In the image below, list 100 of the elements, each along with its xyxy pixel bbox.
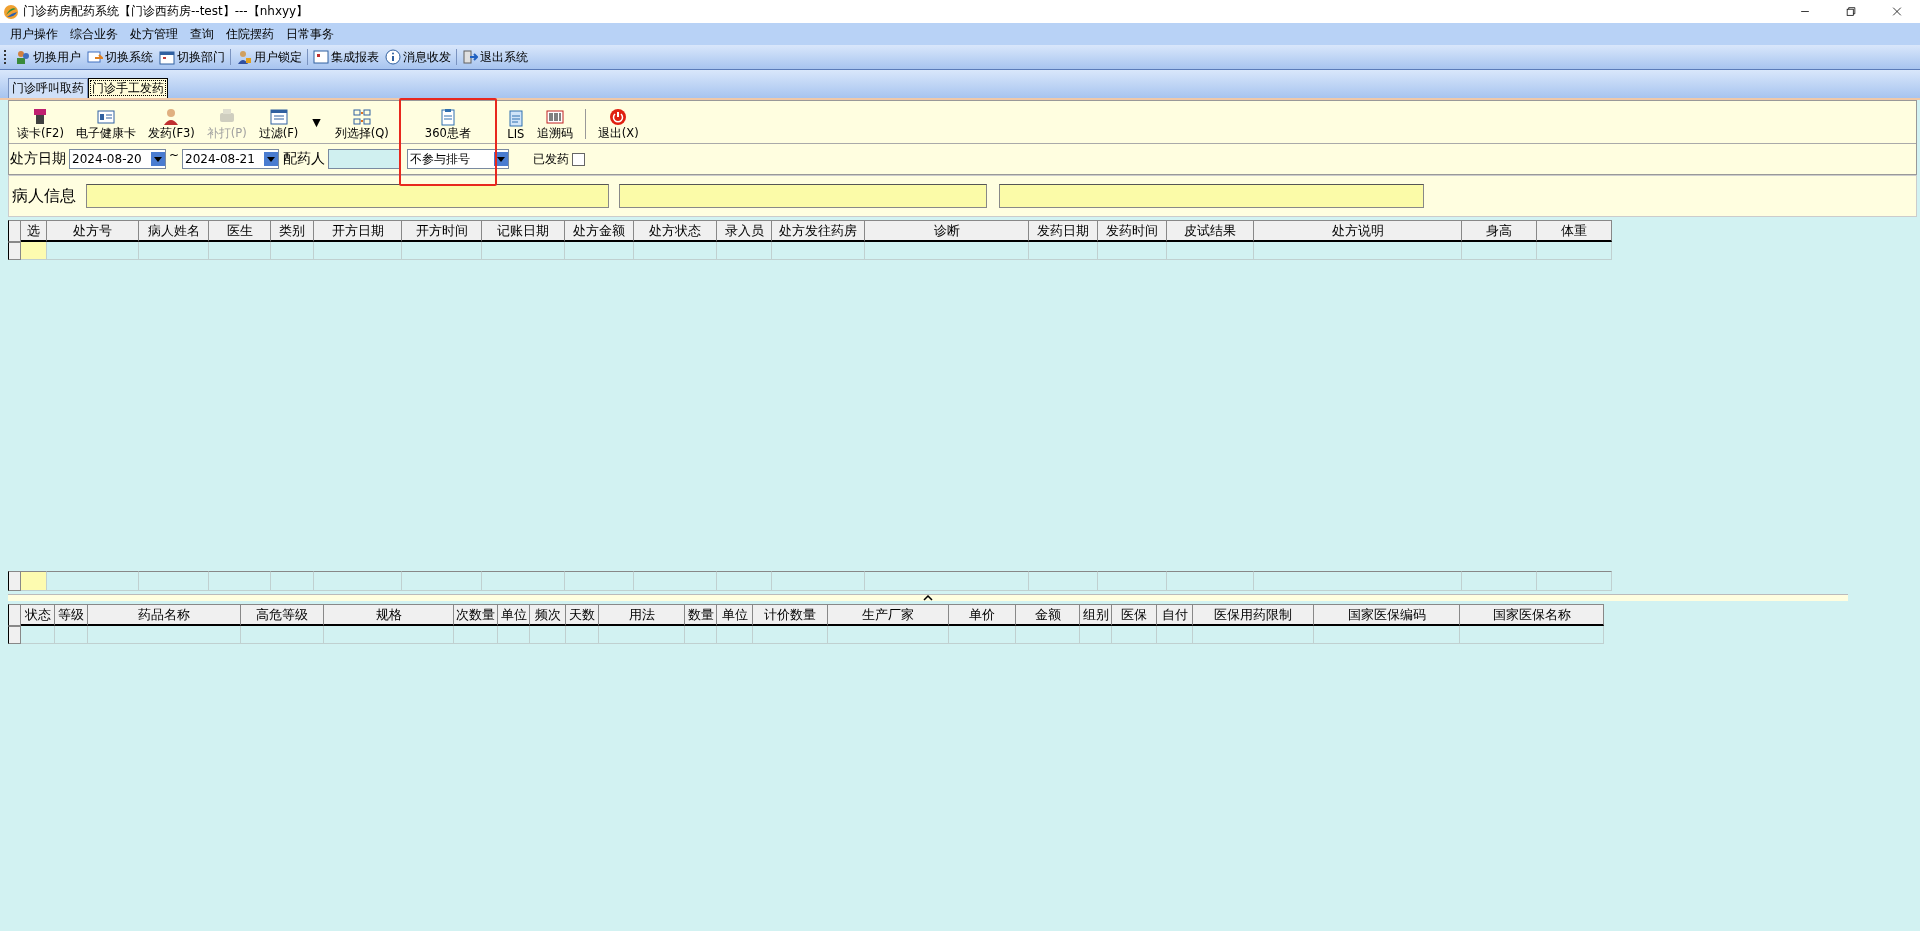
column-header[interactable]: 自付 <box>1157 604 1193 626</box>
dropdown-arrow[interactable]: ▼ <box>312 115 321 129</box>
menu-item[interactable]: 用户操作 <box>4 25 64 43</box>
column-header[interactable]: 开方时间 <box>402 220 482 242</box>
column-header[interactable]: 国家医保编码 <box>1314 604 1460 626</box>
row-header[interactable] <box>8 242 21 260</box>
toolbar-button[interactable]: 切换用户 <box>12 48 84 66</box>
table-cell <box>454 626 498 644</box>
table-cell <box>1157 626 1193 644</box>
toolbar-button[interactable]: 退出系统 <box>459 48 531 66</box>
row-header[interactable] <box>8 604 21 626</box>
filter-icon <box>269 108 288 126</box>
toolbar-button[interactable]: 读卡(F2) <box>13 108 68 143</box>
table-cell <box>1029 571 1098 591</box>
table-cell <box>271 571 314 591</box>
toolbar-button[interactable]: 过滤(F) <box>254 108 303 143</box>
column-header[interactable]: 数量 <box>685 604 717 626</box>
toolbar-button[interactable]: 集成报表 <box>310 48 382 66</box>
column-header[interactable]: 选 <box>21 220 47 242</box>
row-header[interactable] <box>8 220 21 242</box>
column-header[interactable]: 次数量 <box>454 604 498 626</box>
input-field[interactable] <box>619 184 987 208</box>
column-header[interactable]: 状态 <box>21 604 55 626</box>
column-header[interactable]: 国家医保名称 <box>1460 604 1604 626</box>
barcode-icon <box>545 108 564 126</box>
toolbar-button[interactable]: 追溯码 <box>532 108 577 143</box>
column-header[interactable]: 皮试结果 <box>1167 220 1254 242</box>
toolbar-button[interactable]: 消息收发 <box>382 48 454 66</box>
column-header[interactable]: 处方状态 <box>634 220 717 242</box>
toolbar-button[interactable]: 退出(X) <box>593 108 643 143</box>
column-header[interactable]: 单价 <box>949 604 1016 626</box>
column-header[interactable]: 生产厂家 <box>828 604 949 626</box>
column-header[interactable]: 处方说明 <box>1254 220 1462 242</box>
column-header[interactable]: 医保 <box>1112 604 1157 626</box>
column-header[interactable]: 体重 <box>1537 220 1612 242</box>
input-field[interactable] <box>86 184 609 208</box>
input-field[interactable] <box>999 184 1424 208</box>
table-cell <box>717 242 772 260</box>
menu-item[interactable]: 查询 <box>184 25 220 43</box>
menu-item[interactable]: 日常事务 <box>280 25 340 43</box>
menu-item[interactable]: 住院摆药 <box>220 25 280 43</box>
menu-item[interactable]: 综合业务 <box>64 25 124 43</box>
column-header[interactable]: 处方号 <box>47 220 139 242</box>
table-cell <box>209 571 271 591</box>
date-picker[interactable]: 2024-08-21 <box>182 149 280 169</box>
column-header[interactable]: 天数 <box>566 604 599 626</box>
column-header[interactable]: 处方发往药房 <box>772 220 865 242</box>
column-header[interactable]: 医保用药限制 <box>1193 604 1314 626</box>
checkbox[interactable] <box>572 152 586 166</box>
column-header[interactable]: 计价数量 <box>753 604 828 626</box>
column-header[interactable]: 录入员 <box>717 220 772 242</box>
tab[interactable]: 门诊呼叫取药 <box>8 78 88 98</box>
column-header[interactable]: 身高 <box>1462 220 1537 242</box>
caret-icon[interactable] <box>923 595 933 601</box>
column-header[interactable]: 发药日期 <box>1029 220 1098 242</box>
column-header[interactable]: 类别 <box>271 220 314 242</box>
table-cell <box>21 626 55 644</box>
row-header[interactable] <box>8 571 21 591</box>
dropdown-field[interactable]: 不参与排号 <box>407 149 510 169</box>
clipboard-icon <box>438 108 457 126</box>
column-header[interactable]: 高危等级 <box>241 604 324 626</box>
date-picker[interactable]: 2024-08-20 <box>69 149 166 169</box>
column-header[interactable]: 开方日期 <box>314 220 402 242</box>
column-header[interactable]: 单位 <box>498 604 530 626</box>
column-header[interactable]: 等级 <box>55 604 88 626</box>
column-header[interactable]: 频次 <box>530 604 566 626</box>
toolbar-button[interactable]: 切换系统 <box>84 48 156 66</box>
column-header[interactable]: 药品名称 <box>88 604 241 626</box>
menu-item[interactable]: 处方管理 <box>124 25 184 43</box>
toolbar-button[interactable]: LIS <box>502 109 529 143</box>
toolbar-button[interactable]: 发药(F3) <box>143 108 199 143</box>
column-header[interactable]: 单位 <box>717 604 753 626</box>
column-header[interactable]: 规格 <box>324 604 454 626</box>
row-header[interactable] <box>8 626 21 644</box>
column-header[interactable]: 处方金额 <box>565 220 634 242</box>
columns-icon <box>352 108 371 126</box>
toolbar-button[interactable]: 电子健康卡 <box>71 108 140 143</box>
toolbar-button[interactable]: 列选择(Q) <box>330 108 393 143</box>
checkbox-label: 已发药 <box>532 150 570 168</box>
power-icon <box>609 108 628 126</box>
column-header[interactable]: 病人姓名 <box>139 220 209 242</box>
table-cell <box>209 242 271 260</box>
table-cell <box>530 626 566 644</box>
column-header[interactable]: 用法 <box>599 604 685 626</box>
column-header[interactable]: 医生 <box>209 220 271 242</box>
column-header[interactable]: 记账日期 <box>482 220 565 242</box>
input-field[interactable] <box>328 149 401 169</box>
table-cell <box>565 571 634 591</box>
tab[interactable]: 门诊手工发药 <box>88 78 168 98</box>
table-cell <box>1098 571 1167 591</box>
report-icon <box>313 49 329 65</box>
column-header[interactable]: 金额 <box>1016 604 1080 626</box>
column-header[interactable]: 组别 <box>1080 604 1112 626</box>
toolbar-button[interactable]: 切换部门 <box>156 48 228 66</box>
toolbar-button[interactable]: 360患者 <box>400 108 495 143</box>
toolbar-button[interactable]: 用户锁定 <box>233 48 305 66</box>
table-cell <box>566 626 599 644</box>
column-header[interactable]: 诊断 <box>865 220 1029 242</box>
table-cell <box>949 626 1016 644</box>
column-header[interactable]: 发药时间 <box>1098 220 1167 242</box>
